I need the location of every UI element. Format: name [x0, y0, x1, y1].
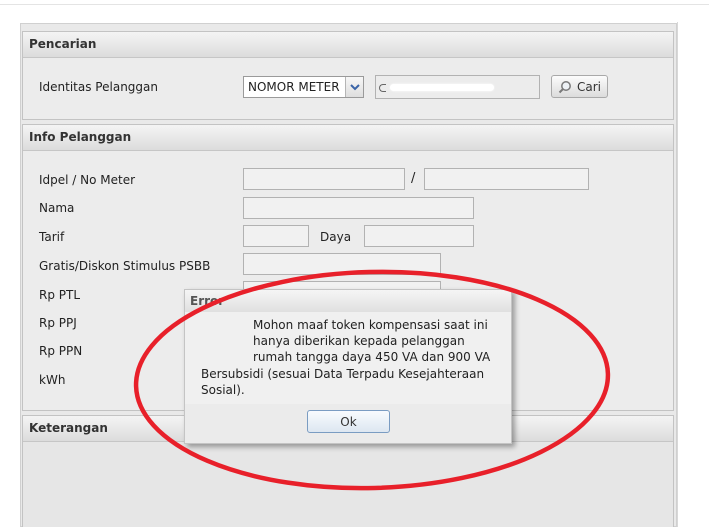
error-message-line-3: rumah tangga daya 450 VA dan 900 VA	[253, 350, 491, 364]
tarif-field[interactable]	[243, 225, 309, 247]
nama-field[interactable]	[243, 197, 474, 219]
search-type-select[interactable]: NOMOR METER	[243, 76, 364, 98]
rp-ptl-label: Rp PTL	[39, 288, 81, 302]
magnifier-icon	[558, 80, 572, 94]
search-input[interactable]	[375, 75, 540, 99]
error-message-line-2: hanya diberikan kepada pelanggan	[253, 334, 465, 348]
search-panel-title: Pencarian	[23, 32, 673, 58]
idpel-field[interactable]	[243, 168, 405, 190]
gratis-diskon-label: Gratis/Diskon Stimulus PSBB	[39, 259, 211, 273]
error-dialog: Error Mohon maaf token kompensasi saat i…	[184, 289, 512, 444]
right-border	[677, 22, 678, 527]
chevron-down-icon[interactable]	[345, 77, 363, 97]
ok-button-label: Ok	[340, 414, 357, 429]
meter-number-field[interactable]	[424, 168, 589, 190]
error-dialog-title: Error	[185, 290, 511, 313]
daya-field[interactable]	[364, 225, 474, 247]
gratis-diskon-field[interactable]	[243, 253, 441, 275]
error-message-line-4: Bersubsidi (sesuai Data Terpadu Kesejaht…	[201, 367, 485, 381]
search-button[interactable]: Cari	[551, 75, 608, 98]
ok-button[interactable]: Ok	[307, 410, 390, 433]
top-divider	[0, 4, 709, 5]
error-message-line-5: Sosial).	[201, 383, 245, 397]
customer-info-title: Info Pelanggan	[23, 125, 673, 151]
search-type-value: NOMOR METER	[248, 80, 340, 94]
rp-ppj-label: Rp PPJ	[39, 316, 77, 330]
idpel-separator: /	[411, 171, 416, 186]
identitas-pelanggan-label: Identitas Pelanggan	[39, 80, 158, 94]
tarif-label: Tarif	[39, 230, 65, 244]
redaction-mark	[390, 84, 494, 91]
error-message-line-1: Mohon maaf token kompensasi saat ini	[253, 318, 488, 332]
idpel-label: Idpel / No Meter	[39, 173, 136, 187]
redaction-mark-left	[379, 84, 386, 92]
search-button-label: Cari	[577, 79, 601, 94]
kwh-label: kWh	[39, 373, 66, 387]
daya-label: Daya	[320, 230, 352, 244]
nama-label: Nama	[39, 201, 75, 215]
rp-ppn-label: Rp PPN	[39, 344, 83, 358]
